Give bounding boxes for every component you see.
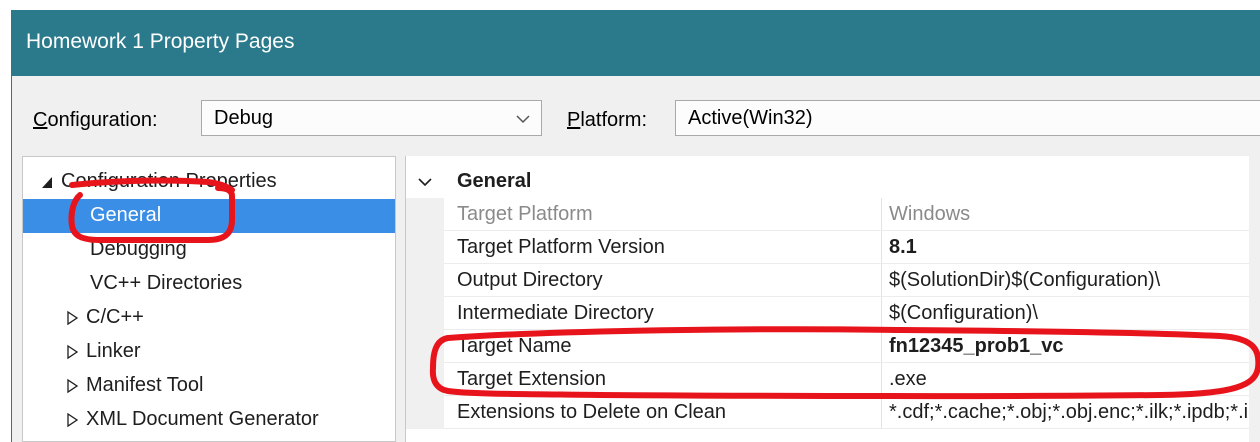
property-name: Target Name xyxy=(457,335,572,357)
tree-item-general[interactable]: General xyxy=(23,199,395,233)
grid-row-output-directory[interactable]: Output Directory $(SolutionDir)$(Configu… xyxy=(406,264,1249,297)
title-bar: Homework 1 Property Pages xyxy=(12,10,1260,76)
platform-value: Active(Win32) xyxy=(688,107,813,129)
tree-item-linker[interactable]: Linker xyxy=(23,335,395,369)
grid-row-target-extension[interactable]: Target Extension .exe xyxy=(406,363,1249,396)
collapsed-triangle-icon xyxy=(67,344,79,360)
property-value: fn12345_prob1_vc xyxy=(889,335,1064,357)
window-title: Homework 1 Property Pages xyxy=(26,30,295,53)
property-name: Extensions to Delete on Clean xyxy=(457,401,727,423)
grid-row-intermediate-directory[interactable]: Intermediate Directory $(Configuration)\ xyxy=(406,297,1249,330)
property-value: Windows xyxy=(889,203,971,225)
property-value: 8.1 xyxy=(889,236,917,258)
property-name: Output Directory xyxy=(457,269,603,291)
property-name: Target Extension xyxy=(457,368,606,390)
grid-row-target-platform-version[interactable]: Target Platform Version 8.1 xyxy=(406,231,1249,264)
tree-item-debugging[interactable]: Debugging xyxy=(23,233,395,267)
tree-item-xml-document-generator[interactable]: XML Document Generator xyxy=(23,403,395,437)
property-value: $(Configuration)\ xyxy=(889,302,1038,324)
tree-item-c-cpp[interactable]: C/C++ xyxy=(23,301,395,335)
property-name: Target Platform xyxy=(457,203,593,225)
property-value: *.cdf;*.cache;*.obj;*.obj.enc;*.ilk;*.ip… xyxy=(889,401,1249,423)
tree-item-configuration-properties[interactable]: Configuration Properties xyxy=(23,165,395,199)
collapsed-triangle-icon xyxy=(67,412,79,428)
property-value: $(SolutionDir)$(Configuration)\ xyxy=(889,269,1161,291)
chevron-down-icon[interactable] xyxy=(416,173,434,191)
configuration-dropdown[interactable]: Debug xyxy=(201,100,542,136)
property-name: Target Platform Version xyxy=(457,236,665,258)
configuration-label: Configuration: xyxy=(33,109,158,131)
property-value: .exe xyxy=(889,368,927,390)
section-title: General xyxy=(457,170,532,192)
tree-item-label: XML Document Generator xyxy=(86,408,319,430)
chevron-down-icon xyxy=(516,115,530,124)
property-grid: General Target Platform Windows Target P… xyxy=(405,156,1249,442)
platform-dropdown[interactable]: Active(Win32) xyxy=(675,100,1260,136)
grid-row-target-name[interactable]: Target Name fn12345_prob1_vc xyxy=(406,330,1249,363)
expanded-triangle-icon xyxy=(42,177,52,188)
grid-row-extensions-to-delete-on-clean[interactable]: Extensions to Delete on Clean *.cdf;*.ca… xyxy=(406,396,1249,429)
grid-row-target-platform[interactable]: Target Platform Windows xyxy=(406,198,1249,231)
tree-item-label: Debugging xyxy=(90,238,187,260)
platform-label: Platform: xyxy=(567,109,648,131)
grid-section-general[interactable]: General xyxy=(406,165,1249,198)
tree-item-label: C/C++ xyxy=(86,306,144,328)
property-tree: Configuration Properties General Debuggi… xyxy=(22,156,396,442)
configuration-value: Debug xyxy=(214,107,273,129)
collapsed-triangle-icon xyxy=(67,378,79,394)
collapsed-triangle-icon xyxy=(67,310,79,326)
tree-item-vc-directories[interactable]: VC++ Directories xyxy=(23,267,395,301)
tree-item-label: Linker xyxy=(86,340,141,362)
property-name: Intermediate Directory xyxy=(457,302,654,324)
tree-item-label: VC++ Directories xyxy=(90,272,243,294)
tree-item-label: Manifest Tool xyxy=(86,374,204,396)
tree-item-label: Configuration Properties xyxy=(61,170,277,192)
tree-item-manifest-tool[interactable]: Manifest Tool xyxy=(23,369,395,403)
tree-item-label: General xyxy=(90,204,162,226)
